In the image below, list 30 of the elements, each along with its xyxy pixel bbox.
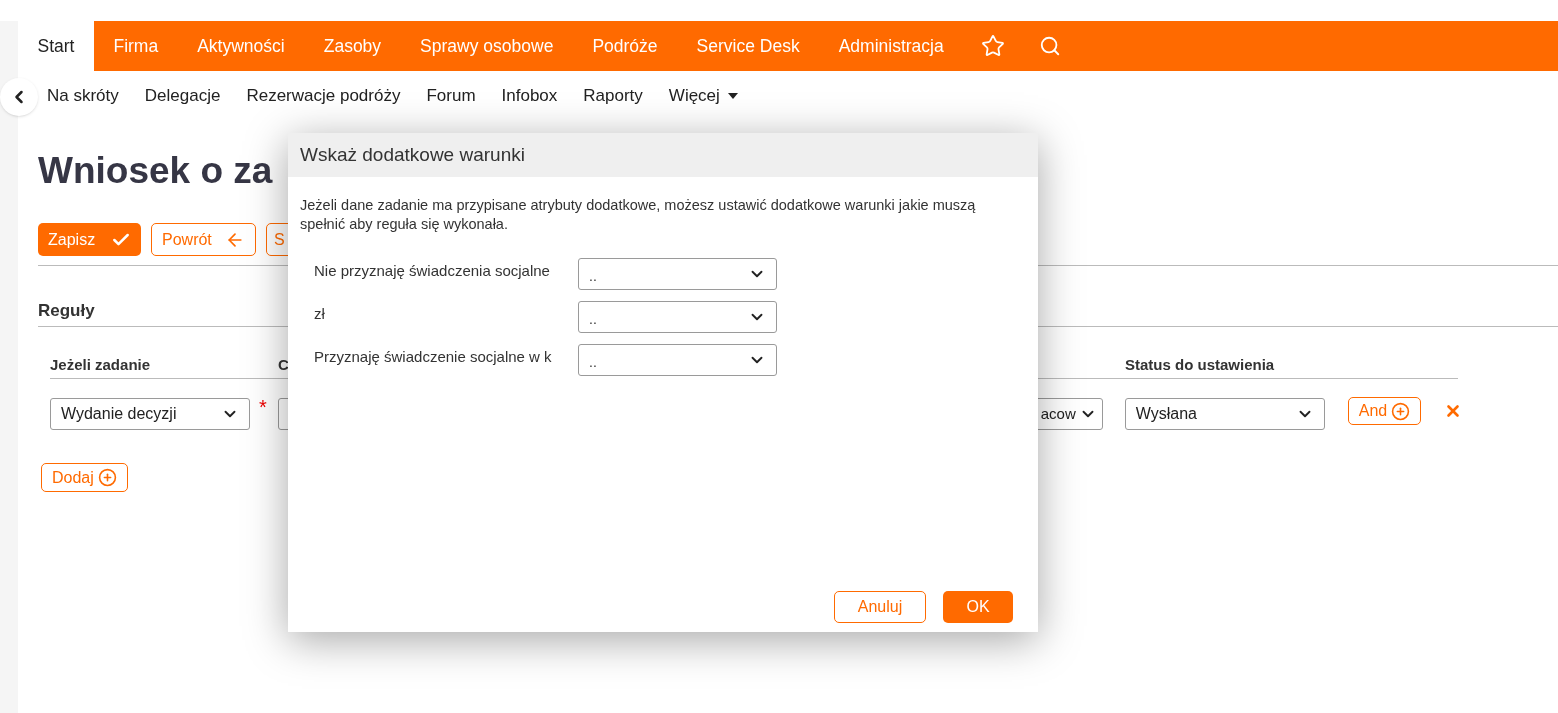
- field-label: Nie przyznaję świadczenia socjalne: [314, 261, 551, 281]
- column-header: C: [278, 356, 289, 373]
- dialog-description: Jeżeli dane zadanie ma przypisane atrybuty dodatkowe, możesz ustawić dodatkowe warunki jakie muszą spełnić aby reguła się wykonała.: [300, 196, 977, 234]
- subnav-link[interactable]: Na skróty: [34, 83, 132, 109]
- column-header: Jeżeli zadanie: [50, 355, 152, 374]
- section-heading: Reguły: [38, 301, 95, 321]
- status-select[interactable]: Wysłana: [1124, 398, 1325, 430]
- scroll-left-button[interactable]: [0, 78, 38, 116]
- field-label: Przyznaję świadczenie socjalne w k: [314, 347, 553, 367]
- task-select[interactable]: Wydanie decyzji: [50, 398, 250, 430]
- subnav-link[interactable]: Raporty: [570, 83, 656, 109]
- page-title: Wniosek o za: [38, 149, 273, 193]
- star-icon[interactable]: [981, 34, 1006, 58]
- subnav-link[interactable]: Forum: [413, 83, 489, 109]
- search-icon[interactable]: [1039, 35, 1062, 57]
- nav-tab[interactable]: Start: [18, 21, 94, 71]
- required-mark: *: [259, 395, 267, 420]
- condition-select[interactable]: ..: [578, 301, 777, 333]
- subnav-link[interactable]: Infobox: [488, 83, 571, 109]
- caret-down-icon: [727, 93, 738, 99]
- subnav-link[interactable]: Rezerwacje podróży: [233, 83, 414, 109]
- plus-circle-icon: [1391, 401, 1411, 421]
- column-header: Status do ustawienia: [1125, 355, 1275, 374]
- field-label: zł: [314, 304, 326, 324]
- subnav-link[interactable]: Delegacje: [131, 83, 234, 109]
- dialog-title: Wskaż dodatkowe warunki: [300, 142, 525, 167]
- condition-select[interactable]: ..: [578, 344, 777, 376]
- condition-select[interactable]: ..: [578, 258, 777, 290]
- more-menu-button[interactable]: Więcej: [655, 83, 751, 109]
- plus-circle-icon: [97, 468, 117, 487]
